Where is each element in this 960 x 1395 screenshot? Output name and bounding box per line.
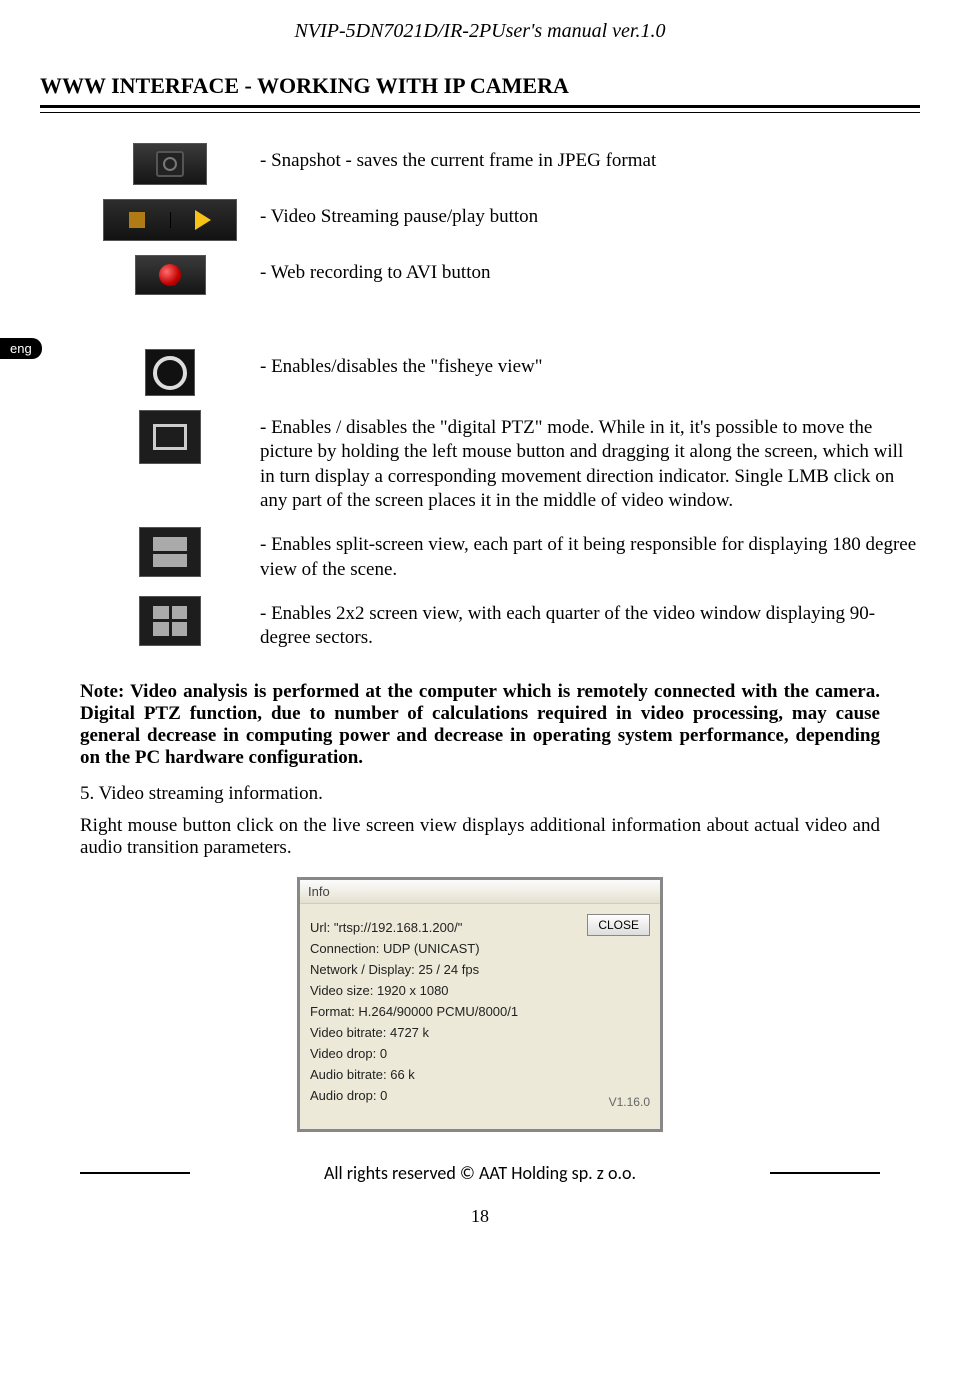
icon-descriptions: - Snapshot - saves the current frame in … [80,143,920,651]
page-number: 18 [40,1206,920,1227]
fisheye-desc: - Enables/disables the "fisheye view" [260,349,920,379]
split-icon [139,527,201,577]
footer: All rights reserved © AAT Holding sp. z … [80,1162,880,1184]
quad-desc: - Enables 2x2 screen view, with each qua… [260,596,920,651]
info-line: Network / Display: 25 / 24 fps [310,962,577,977]
info-window: Info Url: "rtsp://192.168.1.200/" Connec… [297,877,663,1132]
rule-divider [40,105,920,113]
note-text: Note: Video analysis is performed at the… [80,681,880,769]
info-line: Video bitrate: 4727 k [310,1025,577,1040]
section-title: WWW INTERFACE - WORKING WITH IP CAMERA [40,73,920,99]
record-icon [135,255,206,295]
info-line: Url: "rtsp://192.168.1.200/" [310,920,577,935]
fisheye-icon [145,349,195,396]
doc-header: NVIP-5DN7021D/IR-2PUser's manual ver.1.0 [40,20,920,43]
step-5: 5. Video streaming information. [80,783,880,805]
info-line: Video size: 1920 x 1080 [310,983,577,998]
ptz-icon [139,410,201,464]
version-label: V1.16.0 [609,1095,650,1109]
row-quad: - Enables 2x2 screen view, with each qua… [80,596,920,651]
info-line: Video drop: 0 [310,1046,577,1061]
pauseplay-desc: - Video Streaming pause/play button [260,199,920,229]
split-desc: - Enables split-screen view, each part o… [260,527,920,582]
info-line: Audio drop: 0 [310,1088,577,1103]
info-line: Audio bitrate: 66 k [310,1067,577,1082]
pause-play-icon [103,199,237,241]
info-line: Connection: UDP (UNICAST) [310,941,577,956]
info-window-title: Info [300,880,660,904]
context-paragraph: Right mouse button click on the live scr… [80,815,880,859]
record-desc: - Web recording to AVI button [260,255,920,285]
ptz-desc: - Enables / disables the "digital PTZ" m… [260,410,920,513]
close-button[interactable]: CLOSE [587,914,650,936]
row-pauseplay: - Video Streaming pause/play button [80,199,920,241]
quad-icon [139,596,201,646]
row-record: - Web recording to AVI button [80,255,920,295]
row-fisheye: - Enables/disables the "fisheye view" [80,349,920,396]
footer-text: All rights reserved © AAT Holding sp. z … [190,1162,770,1184]
snapshot-desc: - Snapshot - saves the current frame in … [260,143,920,173]
row-snapshot: - Snapshot - saves the current frame in … [80,143,920,185]
row-split: - Enables split-screen view, each part o… [80,527,920,582]
info-line: Format: H.264/90000 PCMU/8000/1 [310,1004,577,1019]
language-tab: eng [0,338,42,359]
row-ptz: - Enables / disables the "digital PTZ" m… [80,410,920,513]
info-lines: Url: "rtsp://192.168.1.200/" Connection:… [310,914,577,1109]
snapshot-icon [133,143,207,185]
